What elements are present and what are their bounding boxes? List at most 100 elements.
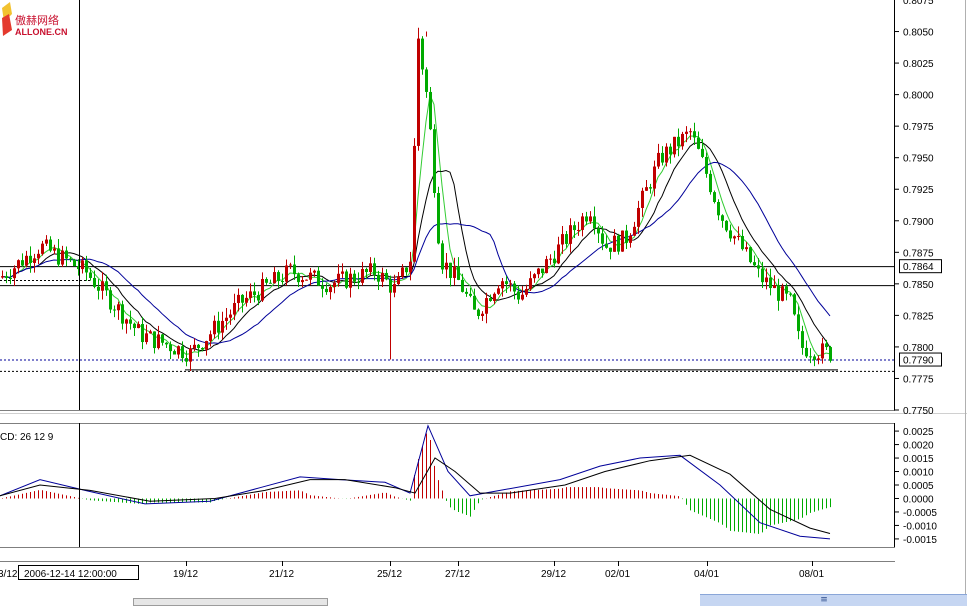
time-tick-label: 19/12 — [173, 569, 198, 580]
candle-body — [677, 136, 680, 147]
candle-body — [701, 148, 704, 157]
time-scroll-thumb[interactable] — [133, 598, 328, 606]
candle-body — [285, 265, 288, 282]
candle-body — [717, 201, 720, 216]
candle-body — [773, 285, 776, 289]
x-label-cut: 3/12 — [0, 569, 18, 580]
price-tick-label: 0.7750 — [903, 406, 934, 417]
candle-body — [689, 131, 692, 133]
candle-body — [97, 286, 100, 291]
candle-body — [373, 263, 376, 275]
candle-body — [697, 137, 700, 149]
price-tick-label: 0.7875 — [903, 248, 934, 259]
candle-body — [273, 272, 276, 284]
candle-body — [789, 293, 792, 295]
candle-body — [85, 260, 88, 273]
price-tick-label: 0.8025 — [903, 59, 934, 70]
candle-body — [225, 317, 228, 321]
candle-body — [213, 320, 216, 335]
candle-body — [137, 324, 140, 329]
macd-tick-label: -0.0015 — [903, 535, 937, 546]
candle-body — [321, 285, 324, 289]
candle-body — [633, 226, 636, 236]
candle-body — [529, 278, 532, 289]
candle-body — [765, 277, 768, 283]
candle-body — [133, 323, 136, 329]
candle-body — [545, 259, 548, 274]
candle-body — [553, 258, 556, 264]
price-tick-label: 0.7850 — [903, 280, 934, 291]
candle-body — [241, 294, 244, 303]
candle-body — [217, 320, 220, 333]
price-level-label: 0.7790 — [903, 356, 934, 367]
candle-body — [117, 304, 120, 311]
candle-body — [413, 145, 416, 262]
candle-body — [101, 281, 104, 291]
candle-body — [681, 133, 684, 147]
candle-body — [65, 250, 68, 259]
candle-body — [721, 215, 724, 221]
candle-body — [561, 234, 564, 245]
candle-body — [113, 309, 116, 311]
scroll-grip-icon[interactable]: ≡ — [818, 594, 830, 606]
candle-body — [725, 220, 728, 231]
candle-body — [277, 272, 280, 282]
candle-body — [489, 298, 492, 301]
candle-body — [613, 235, 616, 252]
candle-body — [121, 304, 124, 324]
candle-body — [109, 290, 112, 310]
candle-body — [549, 258, 552, 260]
candle-body — [813, 356, 816, 360]
logo-cn-text: 傲赫网络 — [15, 13, 59, 27]
price-tick-label: 0.8050 — [903, 28, 934, 39]
candle-body — [317, 270, 320, 286]
candle-body — [145, 333, 148, 343]
candle-body — [505, 281, 508, 285]
candle-body — [369, 263, 372, 273]
candle-body — [625, 230, 628, 243]
time-tick-label: 29/12 — [541, 569, 566, 580]
candle-body — [605, 243, 608, 248]
candle-body — [577, 229, 580, 231]
candle-body — [669, 146, 672, 155]
candle-body — [357, 281, 360, 283]
candle-body — [205, 341, 208, 350]
macd-tick-label: 0.0005 — [903, 481, 934, 492]
price-tick-label: 0.7775 — [903, 374, 934, 385]
candle-body — [769, 277, 772, 289]
candle-body — [325, 288, 328, 293]
candle-body — [741, 235, 744, 250]
candle-body — [557, 244, 560, 264]
candle-body — [537, 268, 540, 275]
candle-body — [433, 129, 436, 194]
time-tick-label: 02/01 — [605, 569, 630, 580]
candle-body — [485, 298, 488, 314]
candle-body — [609, 247, 612, 252]
candle-body — [37, 253, 40, 259]
candle-body — [821, 343, 824, 359]
candle-body — [237, 294, 240, 304]
candle-body — [565, 234, 568, 244]
time-tick-label: 25/12 — [377, 569, 402, 580]
candle-body — [425, 69, 428, 92]
price-tick-label: 0.8000 — [903, 91, 934, 102]
candle-body — [169, 344, 172, 352]
candle-body — [297, 274, 300, 283]
candle-body — [1, 276, 4, 278]
candle-body — [49, 239, 52, 251]
candle-body — [189, 348, 192, 362]
horizontal-scrollbar[interactable] — [700, 594, 967, 606]
candle-body — [749, 247, 752, 263]
candle-body — [517, 291, 520, 300]
candle-body — [825, 343, 828, 348]
candle-body — [629, 235, 632, 243]
forex-chart[interactable]: 0.8050 0.8025 0.8000 0.7975 0.7950 0.7925 0.79… — [0, 0, 967, 606]
macd-tick-label: 0.0020 — [903, 441, 934, 452]
candle-body — [641, 190, 644, 208]
candle-body — [249, 291, 252, 298]
candle-body — [229, 314, 232, 318]
candle-body — [449, 262, 452, 278]
time-tick-label: 08/01 — [799, 569, 824, 580]
candle-body — [269, 282, 272, 284]
candle-body — [173, 351, 176, 355]
